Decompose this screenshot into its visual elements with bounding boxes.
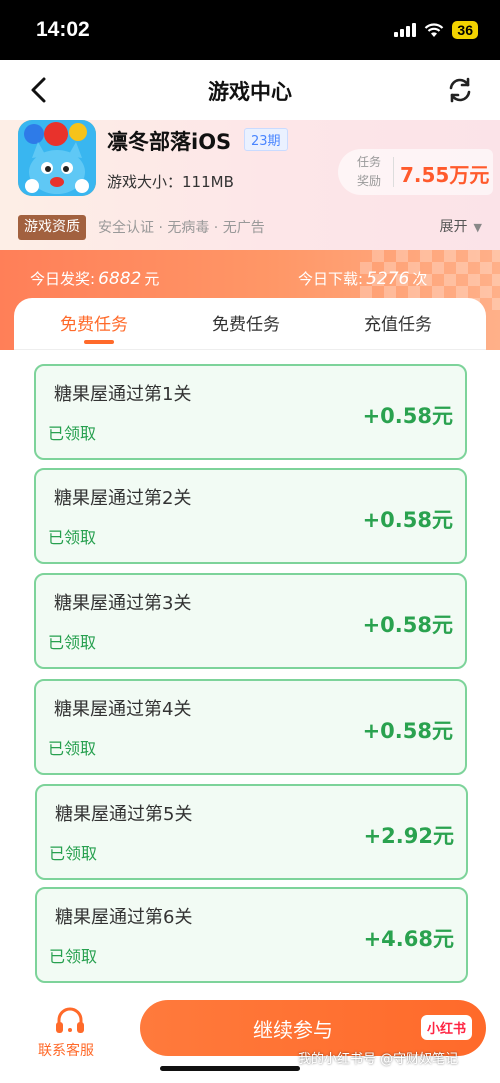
task-status: 已领取 xyxy=(48,633,97,652)
status-time: 14:02 xyxy=(36,18,90,41)
status-bar: 14:02 36 xyxy=(0,0,500,60)
task-reward-label: 任务奖励 xyxy=(356,155,381,188)
active-tab-indicator xyxy=(84,340,114,344)
game-size: 游戏大小：111MB xyxy=(107,173,234,191)
page-title: 游戏中心 xyxy=(208,80,292,104)
task-reward: +0.58元 xyxy=(362,613,453,637)
period-badge: 23期 xyxy=(244,128,288,151)
task-tabs: 免费任务 免费任务 充值任务 xyxy=(14,298,486,350)
task-status: 已领取 xyxy=(48,424,97,443)
expand-label: 展开 xyxy=(439,219,468,235)
task-title: 糖果屋通过第2关 xyxy=(54,488,192,509)
status-indicators: 36 xyxy=(394,20,478,40)
today-downloads-unit: 次 xyxy=(412,270,428,288)
task-title: 糖果屋通过第1关 xyxy=(54,384,192,405)
rednote-logo-badge: 小红书 xyxy=(420,1015,472,1040)
continue-label: 继续参与 xyxy=(253,1018,333,1042)
today-awards-unit: 元 xyxy=(144,270,160,288)
tab-recharge-tasks[interactable]: 充值任务 xyxy=(364,310,432,335)
today-awards: 今日发奖: 6882 元 xyxy=(30,268,159,289)
today-awards-label: 今日发奖: xyxy=(30,270,96,288)
task-title: 糖果屋通过第3关 xyxy=(54,593,192,614)
task-reward: +4.68元 xyxy=(363,927,454,951)
headset-icon[interactable] xyxy=(54,1006,86,1036)
tab-free-tasks-2[interactable]: 免费任务 xyxy=(212,310,280,335)
home-indicator xyxy=(160,1066,300,1071)
caret-down-icon: ▼ xyxy=(473,221,482,234)
expand-button[interactable]: 展开 ▼ xyxy=(440,216,482,236)
task-title: 糖果屋通过第6关 xyxy=(55,907,193,928)
game-header: 凛冬部落iOS 23期 游戏大小：111MB 任务奖励 7.55万元 游戏资质 … xyxy=(0,120,500,250)
task-reward-value: 7.55万元 xyxy=(400,163,490,187)
nav-bar: 游戏中心 xyxy=(0,60,500,120)
qualification-tag: 游戏资质 xyxy=(18,215,86,240)
task-card[interactable]: 糖果屋通过第5关 已领取 +2.92元 xyxy=(35,784,468,880)
task-reward-box: 任务奖励 7.55万元 xyxy=(338,149,493,195)
qualification-text: 安全认证 · 无病毒 · 无广告 xyxy=(98,220,265,236)
task-title: 糖果屋通过第4关 xyxy=(54,699,192,720)
task-status: 已领取 xyxy=(49,947,98,966)
task-card[interactable]: 糖果屋通过第3关 已领取 +0.58元 xyxy=(34,573,467,669)
customer-service-label[interactable]: 联系客服 xyxy=(38,1040,94,1060)
wifi-icon xyxy=(425,22,444,37)
game-name: 凛冬部落iOS xyxy=(107,130,232,154)
battery-indicator: 36 xyxy=(452,21,478,39)
task-reward: +0.58元 xyxy=(362,404,453,428)
task-status: 已领取 xyxy=(48,739,97,758)
game-app-icon xyxy=(18,120,96,196)
task-card[interactable]: 糖果屋通过第4关 已领取 +0.58元 xyxy=(34,679,467,775)
tab-free-tasks[interactable]: 免费任务 xyxy=(60,310,128,335)
task-card[interactable]: 糖果屋通过第1关 已领取 +0.58元 xyxy=(34,364,467,460)
task-reward: +2.92元 xyxy=(363,824,454,848)
task-reward: +0.58元 xyxy=(362,508,453,532)
today-awards-value: 6882 xyxy=(98,269,142,289)
task-status: 已领取 xyxy=(48,528,97,547)
task-card[interactable]: 糖果屋通过第6关 已领取 +4.68元 xyxy=(35,887,468,983)
task-card[interactable]: 糖果屋通过第2关 已领取 +0.58元 xyxy=(34,468,467,564)
watermark: 我的小红书号 @守财奴笔记 xyxy=(298,1052,459,1067)
today-downloads: 今日下载: 5276 次 xyxy=(298,268,427,289)
today-downloads-label: 今日下载: xyxy=(298,270,364,288)
task-status: 已领取 xyxy=(49,844,98,863)
refresh-icon[interactable] xyxy=(444,74,476,106)
today-downloads-value: 5276 xyxy=(366,269,410,289)
task-panel: 免费任务 免费任务 充值任务 糖果屋通过第1关 已领取 +0.58元 糖果屋通过… xyxy=(14,298,486,998)
task-title: 糖果屋通过第5关 xyxy=(55,804,193,825)
signal-icon xyxy=(394,23,417,37)
bottom-bar: 联系客服 继续参与 小红书 我的小红书号 @守财奴笔记 xyxy=(0,996,500,1083)
divider xyxy=(393,157,394,187)
task-reward: +0.58元 xyxy=(362,719,453,743)
